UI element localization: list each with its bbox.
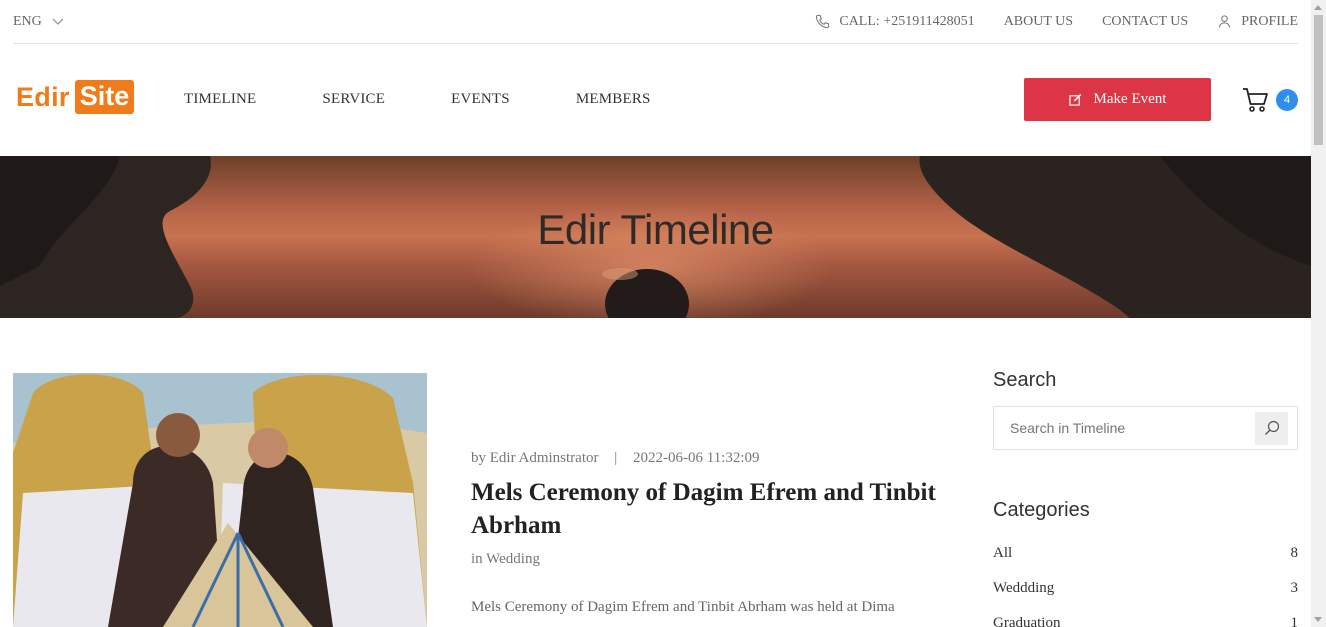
category-count: 8	[1290, 545, 1299, 561]
search-input[interactable]	[994, 407, 1255, 449]
profile-link[interactable]: PROFILE	[1217, 14, 1298, 30]
cart-icon[interactable]	[1242, 87, 1270, 113]
hero-banner: Edir Timeline	[0, 156, 1311, 318]
top-links: CALL: +251911428051 ABOUT US CONTACT US …	[786, 14, 1298, 30]
user-icon	[1219, 15, 1231, 28]
main-nav: TIMELINE SERVICE EVENTS MEMBERS	[184, 91, 717, 108]
meta-separator: |	[614, 450, 618, 466]
page-scrollbar[interactable]	[1311, 0, 1326, 627]
logo-text-edir: Edir	[16, 81, 70, 112]
main-header: Edir Site TIMELINE SERVICE EVENTS MEMBER…	[0, 45, 1311, 156]
search-icon	[1264, 420, 1279, 435]
categories-list: All 8 Weddding 3 Graduation 1	[993, 545, 1298, 627]
profile-label: PROFILE	[1241, 13, 1298, 29]
post-excerpt: Mels Ceremony of Dagim Efrem and Tinbit …	[471, 599, 895, 615]
cart-count-badge: 4	[1276, 89, 1298, 111]
search-button[interactable]	[1255, 411, 1288, 445]
about-link[interactable]: ABOUT US	[1004, 14, 1073, 30]
post-category-link[interactable]: Wedding	[486, 551, 540, 567]
contact-link[interactable]: CONTACT US	[1102, 14, 1188, 30]
author-prefix: by	[471, 450, 486, 466]
make-event-button[interactable]: Make Event	[1024, 78, 1211, 121]
scroll-down-arrow-icon[interactable]	[1314, 617, 1322, 622]
about-label: ABOUT US	[1003, 13, 1074, 29]
category-name: Graduation	[993, 615, 1061, 627]
post-image[interactable]	[13, 373, 427, 627]
wedding-photo	[13, 373, 427, 627]
language-selector[interactable]: ENG	[13, 14, 64, 30]
post-author[interactable]: Edir Adminstrator	[490, 450, 599, 466]
category-count: 3	[1290, 580, 1299, 596]
nav-members[interactable]: MEMBERS	[576, 91, 651, 108]
chevron-down-icon	[52, 18, 64, 25]
post-title[interactable]: Mels Ceremony of Dagim Efrem and Tinbit …	[471, 476, 951, 542]
category-item-graduation[interactable]: Graduation 1	[993, 615, 1298, 627]
category-name: All	[993, 545, 1013, 561]
logo-text-site: Site	[74, 80, 135, 114]
make-event-label: Make Event	[1093, 91, 1167, 107]
top-bar: ENG CALL: +251911428051 ABOUT US CONTACT…	[13, 0, 1298, 44]
language-label: ENG	[13, 13, 42, 29]
post-meta: by Edir Adminstrator | 2022-06-06 11:32:…	[471, 450, 760, 467]
call-link[interactable]: CALL: +251911428051	[815, 13, 975, 30]
category-prefix: in	[471, 551, 483, 567]
search-box	[993, 406, 1298, 450]
category-count: 1	[1290, 615, 1299, 627]
call-label: CALL: +251911428051	[839, 13, 975, 29]
site-logo[interactable]: Edir Site	[16, 80, 135, 114]
category-item-wedding[interactable]: Weddding 3	[993, 580, 1298, 615]
category-name: Weddding	[993, 580, 1055, 596]
nav-events[interactable]: EVENTS	[451, 91, 510, 108]
post-category: in Wedding	[471, 551, 540, 568]
edit-icon	[1068, 93, 1081, 106]
categories-heading: Categories	[993, 499, 1090, 521]
category-item-all[interactable]: All 8	[993, 545, 1298, 580]
post-date: 2022-06-06 11:32:09	[633, 450, 760, 466]
scrollbar-thumb[interactable]	[1314, 15, 1323, 145]
phone-icon	[816, 14, 830, 29]
scroll-up-arrow-icon[interactable]	[1314, 5, 1322, 10]
search-heading: Search	[993, 369, 1057, 391]
nav-timeline[interactable]: TIMELINE	[184, 91, 256, 108]
page-title: Edir Timeline	[537, 206, 774, 253]
contact-label: CONTACT US	[1102, 13, 1189, 29]
nav-service[interactable]: SERVICE	[322, 91, 385, 108]
